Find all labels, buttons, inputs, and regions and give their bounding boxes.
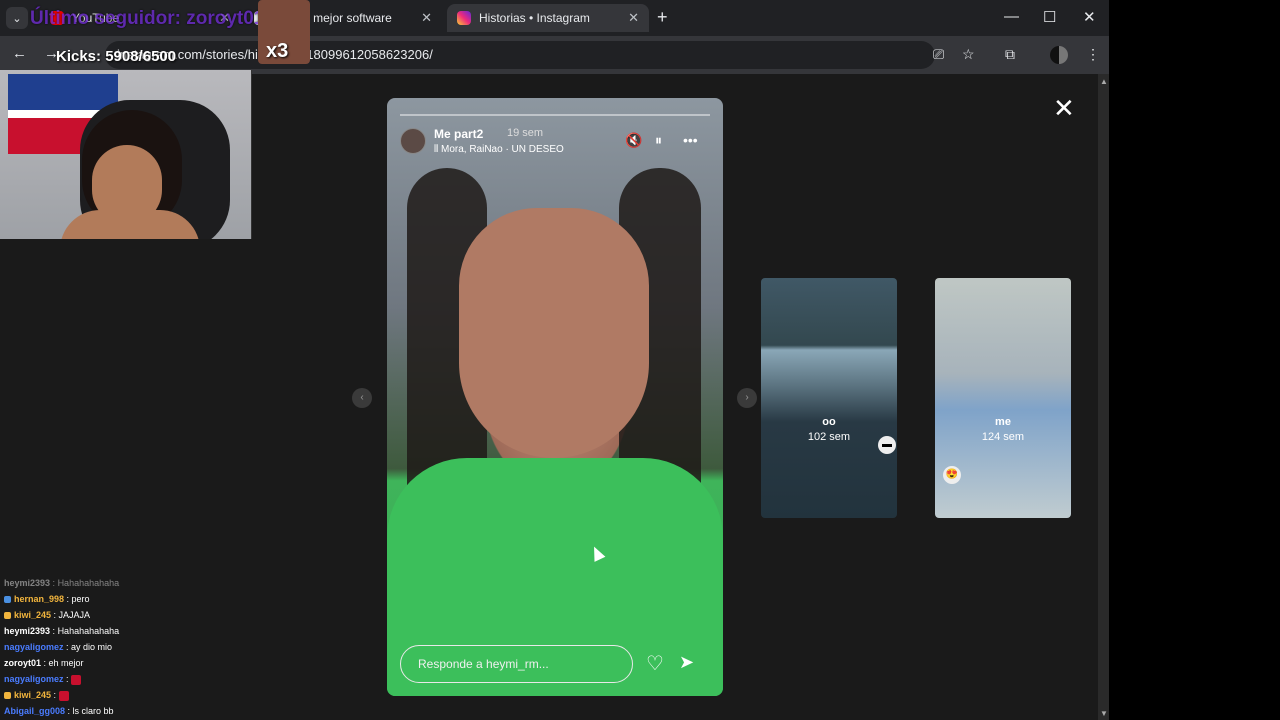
instagram-icon xyxy=(457,11,471,25)
screen: ⌄ YouTube ✕ ón | El mejor software ✕ His… xyxy=(0,0,1280,720)
close-window-icon[interactable]: ✕ xyxy=(1083,8,1096,26)
cast-icon[interactable]: ⎚ xyxy=(933,46,944,63)
tab-search-icon[interactable]: ⌄ xyxy=(6,7,28,29)
story-image xyxy=(459,208,649,458)
badge-icon xyxy=(4,692,11,700)
puzzle-icon[interactable]: ⧉ xyxy=(1005,46,1015,63)
chat-text: Hahahahahaha xyxy=(57,578,120,588)
mute-icon[interactable]: 🔇 xyxy=(625,132,642,149)
music-label: Mora, RaiNao · UN DESEO xyxy=(440,144,564,155)
profile-avatar[interactable] xyxy=(1050,46,1068,64)
chat-text: ay dio mio xyxy=(71,642,113,652)
minimize-icon[interactable]: — xyxy=(1004,8,1019,25)
progress-bar xyxy=(400,114,710,116)
kicks-counter: Kicks: 5908/6500 xyxy=(56,48,177,65)
badge-icon xyxy=(4,612,11,620)
stream-chat: heymi2393 : Hahahahahaha hernan_998 : pe… xyxy=(0,575,252,719)
chat-text: Hahahahahaha xyxy=(57,626,120,636)
tab-instagram[interactable]: Historias • Instagram ✕ xyxy=(447,4,649,32)
next-story-icon[interactable]: › xyxy=(737,388,757,408)
next-story-thumbnail[interactable]: oo 102 sem ▬ xyxy=(761,278,897,518)
flag-icon: ▬ xyxy=(878,436,896,454)
badge-icon xyxy=(4,596,11,604)
thumb-title: oo xyxy=(822,416,836,428)
pause-icon[interactable]: ⏸ xyxy=(655,132,662,149)
emote-icon xyxy=(58,690,69,701)
more-icon[interactable]: ••• xyxy=(683,132,698,148)
chat-user: nagyaligomez xyxy=(4,674,64,684)
emoji-icon: 😍 xyxy=(943,466,961,484)
story-music[interactable]: ⫴ Mora, RaiNao · UN DESEO xyxy=(434,144,564,155)
tab-label: Historias • Instagram xyxy=(479,11,590,25)
avatar[interactable] xyxy=(400,128,426,154)
story-time: 19 sem xyxy=(507,127,544,139)
chat-message: hernan_998 : pero xyxy=(0,591,252,607)
story-card[interactable]: Me part2 19 sem ⫴ Mora, RaiNao · UN DESE… xyxy=(387,98,723,696)
thumb-time: 102 sem xyxy=(807,431,851,443)
chat-message: kiwi_245 : xyxy=(0,687,252,703)
close-icon[interactable]: ✕ xyxy=(1053,93,1075,124)
chat-message: heymi2393 : Hahahahahaha xyxy=(4,578,120,588)
music-icon: ⫴ xyxy=(434,144,441,155)
scroll-down-icon[interactable]: ▼ xyxy=(1100,709,1108,718)
chat-message: heymi2393 : Hahahahahaha xyxy=(4,626,120,636)
heart-icon[interactable]: ♡ xyxy=(646,651,664,676)
new-tab-icon[interactable]: + xyxy=(657,7,668,28)
scroll-up-icon[interactable]: ▲ xyxy=(1100,77,1108,86)
scrollbar[interactable]: ▲ ▼ xyxy=(1098,74,1109,720)
chat-message: Abigail_gg008 : ls claro bb xyxy=(4,706,114,716)
chat-user: nagyaligomez xyxy=(4,642,64,652)
kebab-icon[interactable]: ⋮ xyxy=(1086,46,1100,63)
webcam-overlay xyxy=(0,70,252,239)
arrow-left-icon[interactable]: ← xyxy=(12,45,27,62)
maximize-icon[interactable]: ☐ xyxy=(1043,8,1056,26)
close-tab-icon[interactable]: ✕ xyxy=(628,10,639,26)
chat-text: JAJAJA xyxy=(58,610,91,620)
meme-label: x3 xyxy=(266,40,289,62)
next-story-thumbnail[interactable]: me 124 sem 😍 xyxy=(935,278,1071,518)
chat-user: Abigail_gg008 xyxy=(4,706,66,716)
chat-message: kiwi_245 : JAJAJA xyxy=(0,607,252,623)
chat-user: kiwi_245 xyxy=(14,690,52,700)
follower-overlay: Último seguidor: zoroyt01 xyxy=(30,8,265,29)
chat-text: eh mejor xyxy=(48,658,84,668)
star-icon[interactable]: ☆ xyxy=(962,46,975,63)
thumb-time: 124 sem xyxy=(981,431,1025,443)
chat-text: ls claro bb xyxy=(72,706,114,716)
chat-user: zoroyt01 xyxy=(4,658,42,668)
close-tab-icon[interactable]: ✕ xyxy=(421,10,432,26)
send-icon[interactable]: ➤ xyxy=(679,652,694,673)
chat-user: hernan_998 xyxy=(14,594,65,604)
reply-input[interactable]: Responde a heymi_rm... xyxy=(400,645,633,683)
chat-user: heymi2393 xyxy=(4,626,51,636)
chat-message: zoroyt01 : eh mejor xyxy=(4,658,84,668)
chat-user: kiwi_245 xyxy=(14,610,52,620)
prev-story-icon[interactable]: ‹ xyxy=(352,388,372,408)
emote-icon xyxy=(71,674,82,685)
chat-user: heymi2393 xyxy=(4,578,51,588)
thumb-title: me xyxy=(995,416,1011,428)
chat-text: pero xyxy=(71,594,90,604)
streamer-image xyxy=(60,210,200,239)
story-username[interactable]: Me part2 xyxy=(434,127,483,141)
chat-message: nagyaligomez : ay dio mio xyxy=(4,642,113,652)
chat-message: nagyaligomez : xyxy=(0,671,252,687)
address-bar[interactable]: instagram.com/stories/highlights/1809961… xyxy=(105,41,935,69)
